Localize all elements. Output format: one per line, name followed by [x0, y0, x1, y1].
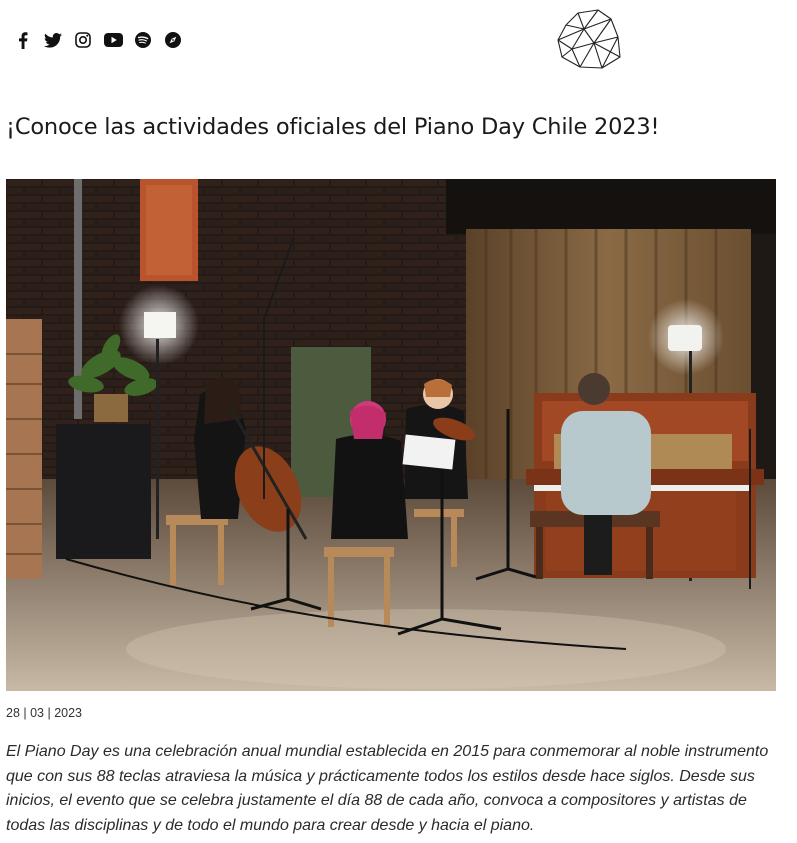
twitter-icon: [44, 32, 62, 48]
spotify-icon: [135, 32, 151, 48]
spotify-link[interactable]: [128, 30, 158, 50]
facebook-icon: [19, 31, 28, 49]
instagram-link[interactable]: [68, 30, 98, 50]
instagram-icon: [75, 32, 91, 48]
string-quartet-photo: [6, 179, 776, 691]
social-links: [8, 30, 188, 50]
article-date: 28 | 03 | 2023: [6, 706, 83, 720]
article-paragraph: El Piano Day es una celebración anual mu…: [6, 743, 769, 834]
article-photo: [6, 179, 776, 691]
logo-icon[interactable]: [556, 7, 624, 70]
twitter-link[interactable]: [38, 30, 68, 50]
facebook-link[interactable]: [8, 30, 38, 50]
youtube-link[interactable]: [98, 30, 128, 50]
article-title: ¡Conoce las actividades oficiales del Pi…: [6, 114, 660, 140]
site-header: [0, 0, 797, 80]
compass-icon: [165, 32, 181, 48]
youtube-icon: [103, 33, 123, 47]
compass-link[interactable]: [158, 30, 188, 50]
